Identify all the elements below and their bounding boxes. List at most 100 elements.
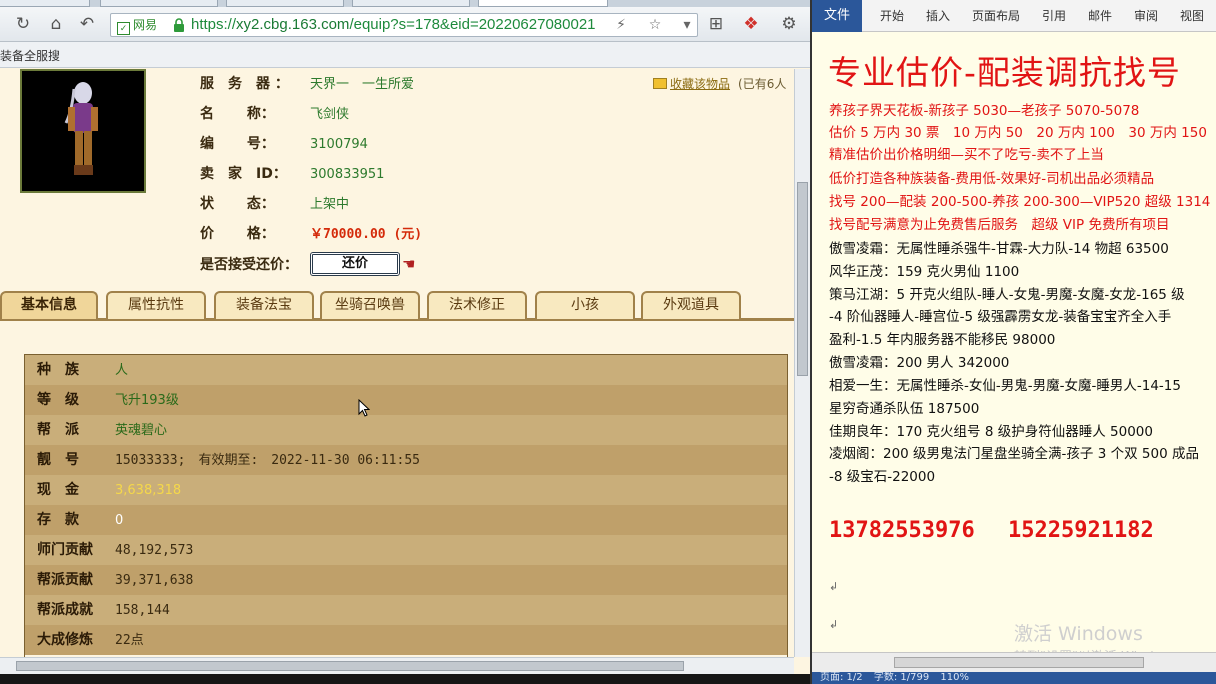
price-value: ￥70000.00 (元) [310,227,423,242]
word-horizontal-scroll-thumb[interactable] [894,657,1144,668]
browser-window: ↻ ⌂ ↶ ✓ 网易 https://xy2.cbg.163.com/equip?… [0,0,810,684]
table-row: 存 款 0 [25,505,787,535]
url-scheme: https:// [191,16,237,33]
table-row: 师门贡献 48,192,573 [25,535,787,565]
site-label: 网易 [133,18,158,32]
document-line: 相爱一生：无属性睡杀-女仙-男鬼-男魔-女魔-睡男人-14-15 [829,378,1181,394]
favorite-link[interactable]: 收藏该物品 [670,77,730,91]
seller-row: 卖 家 ID： 300833951 [200,161,422,191]
document-line: 佳期良年：170 克火组号 8 级护身符仙器睡人 50000 [829,424,1153,440]
reload-icon[interactable]: ↻ [12,12,34,36]
browser-tab[interactable] [352,0,470,7]
browser-tab[interactable] [0,0,90,7]
row-label: 帮派贡献 [37,572,93,588]
number-value: 3100794 [310,137,368,152]
number-label: 编 号： [200,136,275,152]
row-value: 3,638,318 [115,483,182,498]
tab-equipment[interactable]: 装备法宝 [214,291,314,319]
star-icon[interactable]: ☆ [645,16,665,34]
row-value: 22点 [115,633,144,648]
chevron-down-icon[interactable]: ▾ [677,16,697,34]
ribbon-tab-insert[interactable]: 插入 [926,0,950,32]
character-figure [64,82,98,175]
tab-appearance[interactable]: 外观道具 [641,291,741,319]
home-icon[interactable]: ⌂ [45,12,67,36]
browser-toolbar: ↻ ⌂ ↶ ✓ 网易 https://xy2.cbg.163.com/equip?… [0,7,810,42]
row-label: 存 款 [37,512,79,528]
row-label: 大成修炼 [37,632,93,648]
grid-icon[interactable]: ⊞ [705,12,727,36]
status-label: 状 态： [200,196,275,212]
activation-watermark-title: 激活 Windows [1014,623,1143,645]
ribbon-tab-home[interactable]: 开始 [880,0,904,32]
back-icon[interactable]: ↶ [76,12,98,36]
tab-mounts-pets[interactable]: 坐骑召唤兽 [320,291,420,319]
vertical-scrollbar[interactable] [794,69,810,657]
table-row: 等 级 飞升193级 [25,385,787,415]
server-value: 天界一 一生所爱 [310,77,415,92]
price-row: 价 格： ￥70000.00 (元) [200,221,422,251]
seller-label: 卖 家 ID： [200,166,287,182]
document-line: 凌烟阁：200 级男鬼法门星盘坐骑全满-孩子 3 个双 500 成品 [829,446,1199,462]
document-line: 盈利-1.5 年内服务器不能移民 98000 [829,332,1056,348]
url-text[interactable]: https://xy2.cbg.163.com/equip?s=178&eid=… [191,16,631,34]
lightning-icon[interactable]: ⚡ [611,16,631,34]
row-value: 飞升193级 [115,393,179,408]
bargain-button[interactable]: 还价 [310,252,400,276]
name-row: 名 称： 飞剑侠 [200,101,422,131]
tab-attributes[interactable]: 属性抗性 [106,291,206,319]
document-line: -8 级宝石-22000 [829,469,936,485]
horizontal-scroll-thumb[interactable] [16,661,684,671]
item-summary: 服 务 器 ： 天界一 一生所爱 名 称： 飞剑侠 编 号： 3100794 卖 家 … [200,71,422,281]
row-value: 158,144 [115,603,170,618]
browser-tab-active[interactable] [478,0,608,7]
file-tab[interactable]: 文件 [812,0,862,32]
price-label: 价 格： [200,226,275,242]
row-label: 等 级 [37,392,79,408]
name-label: 名 称： [200,106,275,122]
horizontal-scrollbar[interactable] [0,657,794,674]
table-row: 现 金 3,638,318 [25,475,787,505]
document-line: 低价打造各种族装备-费用低-效果好-司机出品必须精品 [829,171,1155,187]
document-line: 养孩子界天花板-新孩子 5030—老孩子 5070-5078 [829,103,1140,119]
server-label: 服 务 器 ： [200,76,289,92]
site-badge: ✓ 网易 [117,17,158,35]
document-line: 风华正茂：159 克火男仙 1100 [829,264,1020,280]
address-bar[interactable]: ✓ 网易 https://xy2.cbg.163.com/equip?s=178&… [110,13,698,37]
row-label: 现 金 [37,482,79,498]
ribbon-tab-references[interactable]: 引用 [1042,0,1066,32]
tab-children[interactable]: 小孩 [535,291,635,319]
word-status-bar: 页面: 1/2 字数: 1/799 110% [812,672,1216,684]
vertical-scroll-thumb[interactable] [797,182,808,376]
ribbon-tabs: 文件 开始 插入 页面布局 引用 邮件 审阅 视图 [812,0,1216,32]
bookmark-item[interactable]: 装备全服搜 [0,47,60,64]
wrench-icon[interactable]: ⚙ [778,12,800,36]
ribbon-tab-layout[interactable]: 页面布局 [972,0,1020,32]
row-label: 帮 派 [37,422,79,438]
table-row: 帮 派 英魂碧心 [25,415,787,445]
row-label: 种 族 [37,362,79,378]
row-label: 师门贡献 [37,542,93,558]
document-line: 傲雪凌霜：无属性睡杀强牛-甘霖-大力队-14 物超 63500 [829,241,1169,257]
row-value: 英魂碧心 [115,423,168,438]
zoom-level[interactable]: 110% [940,672,969,683]
word-window: 文件 开始 插入 页面布局 引用 邮件 审阅 视图 专业估价-配装调抗找号 养孩… [810,0,1216,684]
gamepad-icon[interactable]: ❖ [740,12,762,36]
document-line: 估价 5 万内 30 票 10 万内 50 20 万内 100 30 万内 15… [829,125,1207,141]
browser-tab[interactable] [226,0,344,7]
verified-icon: ✓ [117,22,130,35]
document-line: 星穷奇通杀队伍 187500 [829,401,980,417]
document-line: 精准估价出价格明细—买不了吃亏-卖不了上当 [829,147,1104,163]
tab-basic-info[interactable]: 基本信息 [0,291,98,319]
ribbon-tab-mailings[interactable]: 邮件 [1088,0,1112,32]
tab-spells[interactable]: 法术修正 [427,291,527,319]
row-value: 0 [115,513,124,528]
ribbon-tab-review[interactable]: 审阅 [1134,0,1158,32]
word-horizontal-scrollbar[interactable] [812,652,1216,672]
ribbon-tab-view[interactable]: 视图 [1180,0,1204,32]
favorite-icon [653,78,667,89]
browser-tab[interactable] [100,0,218,7]
document-page[interactable]: 专业估价-配装调抗找号 养孩子界天花板-新孩子 5030—老孩子 5070-50… [812,32,1216,665]
page-count: 页面: 1/2 [820,672,863,683]
bookmark-bar: 装备全服搜 [0,42,810,68]
